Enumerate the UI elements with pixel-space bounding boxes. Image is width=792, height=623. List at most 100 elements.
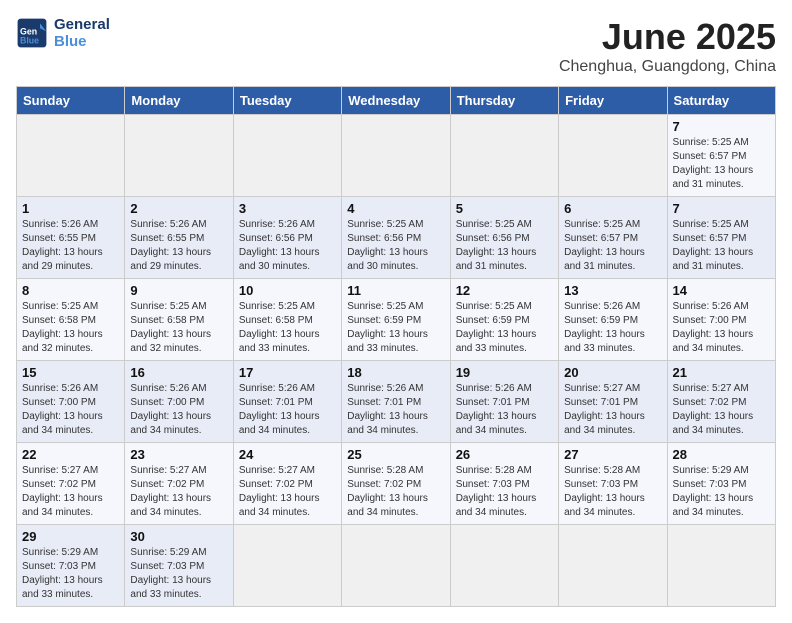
calendar-cell <box>450 115 558 197</box>
day-number: 2 <box>130 201 227 216</box>
calendar-cell: 28 Sunrise: 5:29 AM Sunset: 7:03 PM Dayli… <box>667 443 775 525</box>
weekday-header-friday: Friday <box>559 87 667 115</box>
day-number: 24 <box>239 447 336 462</box>
calendar-cell <box>559 115 667 197</box>
day-detail: Sunrise: 5:29 AM Sunset: 7:03 PM Dayligh… <box>673 464 770 520</box>
day-detail: Sunrise: 5:26 AM Sunset: 6:55 PM Dayligh… <box>130 218 227 274</box>
calendar-cell: 4 Sunrise: 5:25 AM Sunset: 6:56 PM Daylig… <box>342 197 450 279</box>
weekday-header-sunday: Sunday <box>17 87 125 115</box>
logo: Gen Blue General Blue <box>16 16 110 50</box>
day-detail: Sunrise: 5:25 AM Sunset: 6:56 PM Dayligh… <box>456 218 553 274</box>
calendar-cell: 29 Sunrise: 5:29 AM Sunset: 7:03 PM Dayli… <box>17 525 125 607</box>
day-detail: Sunrise: 5:26 AM Sunset: 7:00 PM Dayligh… <box>130 382 227 438</box>
calendar-cell: 5 Sunrise: 5:25 AM Sunset: 6:56 PM Daylig… <box>450 197 558 279</box>
calendar-cell: 23Sunrise: 5:27 AM Sunset: 7:02 PM Dayli… <box>125 443 233 525</box>
day-detail: Sunrise: 5:26 AM Sunset: 6:56 PM Dayligh… <box>239 218 336 274</box>
day-detail: Sunrise: 5:26 AM Sunset: 6:55 PM Dayligh… <box>22 218 119 274</box>
day-detail: Sunrise: 5:27 AM Sunset: 7:02 PM Dayligh… <box>130 464 227 520</box>
day-number: 19 <box>456 365 553 380</box>
calendar-cell: 19 Sunrise: 5:26 AM Sunset: 7:01 PM Dayli… <box>450 361 558 443</box>
calendar-cell: 17Sunrise: 5:26 AM Sunset: 7:01 PM Dayli… <box>233 361 341 443</box>
day-number: 16 <box>130 365 227 380</box>
calendar-cell <box>233 525 341 607</box>
calendar-cell: 3Sunrise: 5:26 AM Sunset: 6:56 PM Daylig… <box>233 197 341 279</box>
weekday-header-wednesday: Wednesday <box>342 87 450 115</box>
calendar-cell: 13 Sunrise: 5:26 AM Sunset: 6:59 PM Dayli… <box>559 279 667 361</box>
day-number: 10 <box>239 283 336 298</box>
day-detail: Sunrise: 5:26 AM Sunset: 7:01 PM Dayligh… <box>456 382 553 438</box>
weekday-header-monday: Monday <box>125 87 233 115</box>
calendar-week-row: 29 Sunrise: 5:29 AM Sunset: 7:03 PM Dayli… <box>17 525 776 607</box>
day-detail: Sunrise: 5:25 AM Sunset: 6:56 PM Dayligh… <box>347 218 444 274</box>
day-number: 30 <box>130 529 227 544</box>
day-number: 14 <box>673 283 770 298</box>
day-detail: Sunrise: 5:25 AM Sunset: 6:58 PM Dayligh… <box>22 300 119 356</box>
day-number: 21 <box>673 365 770 380</box>
day-detail: Sunrise: 5:25 AM Sunset: 6:58 PM Dayligh… <box>130 300 227 356</box>
day-detail: Sunrise: 5:28 AM Sunset: 7:03 PM Dayligh… <box>456 464 553 520</box>
calendar-cell: 9Sunrise: 5:25 AM Sunset: 6:58 PM Daylig… <box>125 279 233 361</box>
calendar-cell: 24Sunrise: 5:27 AM Sunset: 7:02 PM Dayli… <box>233 443 341 525</box>
day-number: 4 <box>347 201 444 216</box>
day-detail: Sunrise: 5:25 AM Sunset: 6:57 PM Dayligh… <box>564 218 661 274</box>
day-detail: Sunrise: 5:29 AM Sunset: 7:03 PM Dayligh… <box>130 546 227 602</box>
calendar-week-row: 22 Sunrise: 5:27 AM Sunset: 7:02 PM Dayli… <box>17 443 776 525</box>
calendar-cell: 7Sunrise: 5:25 AM Sunset: 6:57 PM Daylig… <box>667 115 775 197</box>
logo-icon: Gen Blue <box>16 17 48 49</box>
day-detail: Sunrise: 5:25 AM Sunset: 6:57 PM Dayligh… <box>673 218 770 274</box>
day-number: 5 <box>456 201 553 216</box>
day-detail: Sunrise: 5:26 AM Sunset: 7:00 PM Dayligh… <box>22 382 119 438</box>
calendar-cell <box>342 115 450 197</box>
day-detail: Sunrise: 5:25 AM Sunset: 6:59 PM Dayligh… <box>456 300 553 356</box>
day-number: 12 <box>456 283 553 298</box>
calendar-cell: 16 Sunrise: 5:26 AM Sunset: 7:00 PM Dayli… <box>125 361 233 443</box>
calendar-table: SundayMondayTuesdayWednesdayThursdayFrid… <box>16 86 776 607</box>
calendar-cell <box>125 115 233 197</box>
day-detail: Sunrise: 5:27 AM Sunset: 7:02 PM Dayligh… <box>22 464 119 520</box>
day-number: 18 <box>347 365 444 380</box>
day-detail: Sunrise: 5:26 AM Sunset: 7:00 PM Dayligh… <box>673 300 770 356</box>
day-number: 11 <box>347 283 444 298</box>
calendar-cell: 20Sunrise: 5:27 AM Sunset: 7:01 PM Dayli… <box>559 361 667 443</box>
day-number: 28 <box>673 447 770 462</box>
day-number: 29 <box>22 529 119 544</box>
weekday-header-thursday: Thursday <box>450 87 558 115</box>
day-detail: Sunrise: 5:27 AM Sunset: 7:02 PM Dayligh… <box>673 382 770 438</box>
day-number: 17 <box>239 365 336 380</box>
day-detail: Sunrise: 5:26 AM Sunset: 7:01 PM Dayligh… <box>347 382 444 438</box>
day-number: 13 <box>564 283 661 298</box>
calendar-cell: 18 Sunrise: 5:26 AM Sunset: 7:01 PM Dayli… <box>342 361 450 443</box>
calendar-cell: 15 Sunrise: 5:26 AM Sunset: 7:00 PM Dayli… <box>17 361 125 443</box>
calendar-cell <box>450 525 558 607</box>
day-number: 6 <box>564 201 661 216</box>
calendar-week-row: 1Sunrise: 5:26 AM Sunset: 6:55 PM Daylig… <box>17 197 776 279</box>
calendar-cell: 21 Sunrise: 5:27 AM Sunset: 7:02 PM Dayli… <box>667 361 775 443</box>
calendar-cell <box>17 115 125 197</box>
day-number: 22 <box>22 447 119 462</box>
day-detail: Sunrise: 5:25 AM Sunset: 6:58 PM Dayligh… <box>239 300 336 356</box>
calendar-cell: 27Sunrise: 5:28 AM Sunset: 7:03 PM Dayli… <box>559 443 667 525</box>
day-detail: Sunrise: 5:28 AM Sunset: 7:02 PM Dayligh… <box>347 464 444 520</box>
calendar-cell: 30 Sunrise: 5:29 AM Sunset: 7:03 PM Dayli… <box>125 525 233 607</box>
svg-text:Blue: Blue <box>20 35 39 45</box>
calendar-cell <box>233 115 341 197</box>
calendar-cell <box>559 525 667 607</box>
title-section: June 2025 Chenghua, Guangdong, China <box>559 16 776 76</box>
calendar-cell: 26Sunrise: 5:28 AM Sunset: 7:03 PM Dayli… <box>450 443 558 525</box>
day-number: 20 <box>564 365 661 380</box>
calendar-cell <box>342 525 450 607</box>
header: Gen Blue General Blue June 2025 Chenghua… <box>16 16 776 76</box>
calendar-cell: 1Sunrise: 5:26 AM Sunset: 6:55 PM Daylig… <box>17 197 125 279</box>
calendar-cell: 11Sunrise: 5:25 AM Sunset: 6:59 PM Dayli… <box>342 279 450 361</box>
day-number: 27 <box>564 447 661 462</box>
day-detail: Sunrise: 5:29 AM Sunset: 7:03 PM Dayligh… <box>22 546 119 602</box>
location-title: Chenghua, Guangdong, China <box>559 58 776 76</box>
calendar-week-row: 8Sunrise: 5:25 AM Sunset: 6:58 PM Daylig… <box>17 279 776 361</box>
day-detail: Sunrise: 5:26 AM Sunset: 6:59 PM Dayligh… <box>564 300 661 356</box>
logo-text: General Blue <box>54 16 110 50</box>
day-number: 15 <box>22 365 119 380</box>
calendar-cell: 25Sunrise: 5:28 AM Sunset: 7:02 PM Dayli… <box>342 443 450 525</box>
month-title: June 2025 <box>559 16 776 58</box>
weekday-header-row: SundayMondayTuesdayWednesdayThursdayFrid… <box>17 87 776 115</box>
calendar-cell: 7Sunrise: 5:25 AM Sunset: 6:57 PM Daylig… <box>667 197 775 279</box>
